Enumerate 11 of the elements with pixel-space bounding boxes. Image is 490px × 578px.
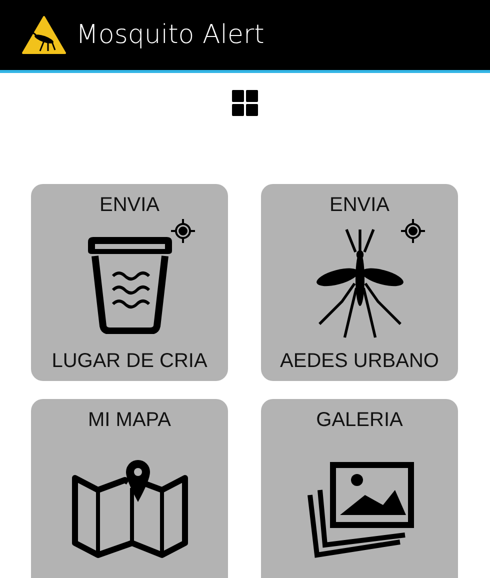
tile-label: ENVIA [329,194,390,217]
tile-label: AEDES URBANO [280,350,439,373]
tile-label: MI MAPA [88,409,171,432]
menu-tile[interactable]: MI MAPA [31,399,228,578]
menu-tile[interactable]: GALERIA [261,399,458,578]
tile-label: ENVIA [99,194,160,217]
app-title: Mosquito Alert [76,20,264,50]
tile-label: LUGAR DE CRIA [52,350,208,373]
menu-tile[interactable]: ENVIA AEDES URBANO [261,184,458,381]
tile-label: GALERIA [316,409,403,432]
menu-tile[interactable]: ENVIA LUGAR DE CRIA [31,184,228,381]
